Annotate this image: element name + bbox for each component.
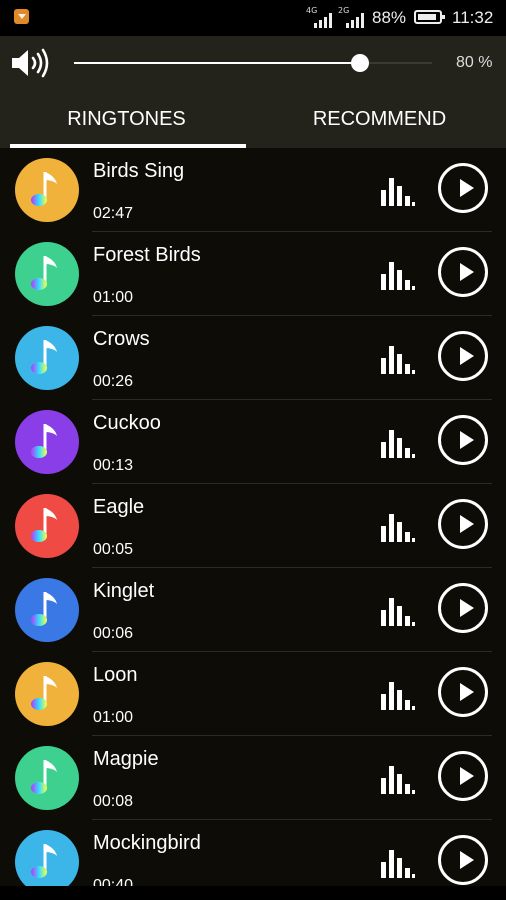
- tab-bar: RINGTONES RECOMMEND: [0, 90, 506, 148]
- list-item[interactable]: Birds Sing 02:47: [0, 148, 506, 232]
- play-button[interactable]: [438, 331, 488, 381]
- volume-slider[interactable]: [74, 54, 432, 72]
- ringtone-title: Eagle: [93, 496, 145, 518]
- ringtone-avatar: [15, 410, 79, 474]
- battery-percentage: 88%: [372, 8, 407, 27]
- list-item[interactable]: Kinglet 00:06: [0, 568, 506, 652]
- list-item[interactable]: Loon 01:00: [0, 652, 506, 736]
- play-button[interactable]: [438, 667, 488, 717]
- ringtone-avatar: [15, 242, 79, 306]
- ringtone-title: Magpie: [93, 748, 159, 770]
- equalizer-icon[interactable]: [381, 764, 415, 794]
- volume-slider-thumb[interactable]: [351, 54, 370, 72]
- ringtone-title: Mockingbird: [93, 832, 201, 854]
- play-button[interactable]: [438, 583, 488, 633]
- ringtone-duration: 02:47: [93, 205, 134, 222]
- play-button[interactable]: [438, 415, 488, 465]
- ringtone-avatar: [15, 746, 79, 810]
- ringtone-duration: 00:40: [93, 877, 134, 886]
- tab-ringtones[interactable]: RINGTONES: [0, 90, 253, 148]
- ringtone-avatar: [15, 662, 79, 726]
- ringtone-duration: 00:08: [93, 793, 134, 810]
- list-item[interactable]: Mockingbird 00:40: [0, 820, 506, 886]
- play-button[interactable]: [438, 163, 488, 213]
- ringtone-duration: 00:26: [93, 373, 134, 390]
- tab-recommend[interactable]: RECOMMEND: [253, 90, 506, 148]
- ringtone-title: Loon: [93, 664, 138, 686]
- battery-icon: [414, 10, 445, 24]
- equalizer-icon[interactable]: [381, 176, 415, 206]
- ringtone-avatar: [15, 494, 79, 558]
- ringtone-duration: 00:06: [93, 625, 134, 642]
- speaker-icon[interactable]: [10, 48, 52, 78]
- ringtone-avatar: [15, 158, 79, 222]
- equalizer-icon[interactable]: [381, 680, 415, 710]
- clock: 11:32: [452, 8, 494, 27]
- list-item[interactable]: Eagle 00:05: [0, 484, 506, 568]
- list-item[interactable]: Crows 00:26: [0, 316, 506, 400]
- play-button[interactable]: [438, 499, 488, 549]
- equalizer-icon[interactable]: [381, 512, 415, 542]
- list-item[interactable]: Forest Birds 01:00: [0, 232, 506, 316]
- equalizer-icon[interactable]: [381, 596, 415, 626]
- ringtone-title: Kinglet: [93, 580, 155, 602]
- equalizer-icon[interactable]: [381, 848, 415, 878]
- ringtone-title: Birds Sing: [93, 160, 185, 182]
- bottom-edge: [0, 886, 506, 900]
- volume-value: 80 %: [456, 54, 493, 71]
- ringtone-title: Crows: [93, 328, 150, 350]
- volume-control: 80 %: [0, 36, 506, 90]
- list-item[interactable]: Cuckoo 00:13: [0, 400, 506, 484]
- play-button[interactable]: [438, 835, 488, 885]
- equalizer-icon[interactable]: [381, 344, 415, 374]
- ringtone-duration: 00:13: [93, 457, 134, 474]
- volume-slider-fill: [74, 62, 361, 64]
- signal-icon: 4G: [306, 6, 338, 28]
- ringtone-avatar: [15, 326, 79, 390]
- equalizer-icon[interactable]: [381, 428, 415, 458]
- ringtone-title: Forest Birds: [93, 244, 201, 266]
- equalizer-icon[interactable]: [381, 260, 415, 290]
- ringtone-avatar: [15, 830, 79, 886]
- ringtone-avatar: [15, 578, 79, 642]
- ringtone-list: Birds Sing 02:47 Forest Birds 01:00 Crows 00:…: [0, 148, 506, 886]
- list-item[interactable]: Magpie 00:08: [0, 736, 506, 820]
- signal-icon: 2G: [338, 6, 372, 28]
- ringtone-title: Cuckoo: [93, 412, 161, 434]
- play-button[interactable]: [438, 751, 488, 801]
- status-bar: 4G 2G 88% 11:32: [0, 0, 506, 36]
- app-screen: 4G 2G 88% 11:32 80 % RINGTONES RECOMMEND…: [0, 0, 506, 900]
- ringtone-duration: 00:05: [93, 541, 134, 558]
- ringtone-duration: 01:00: [93, 709, 134, 726]
- play-button[interactable]: [438, 247, 488, 297]
- notification-icon: [14, 9, 29, 24]
- ringtone-duration: 01:00: [93, 289, 134, 306]
